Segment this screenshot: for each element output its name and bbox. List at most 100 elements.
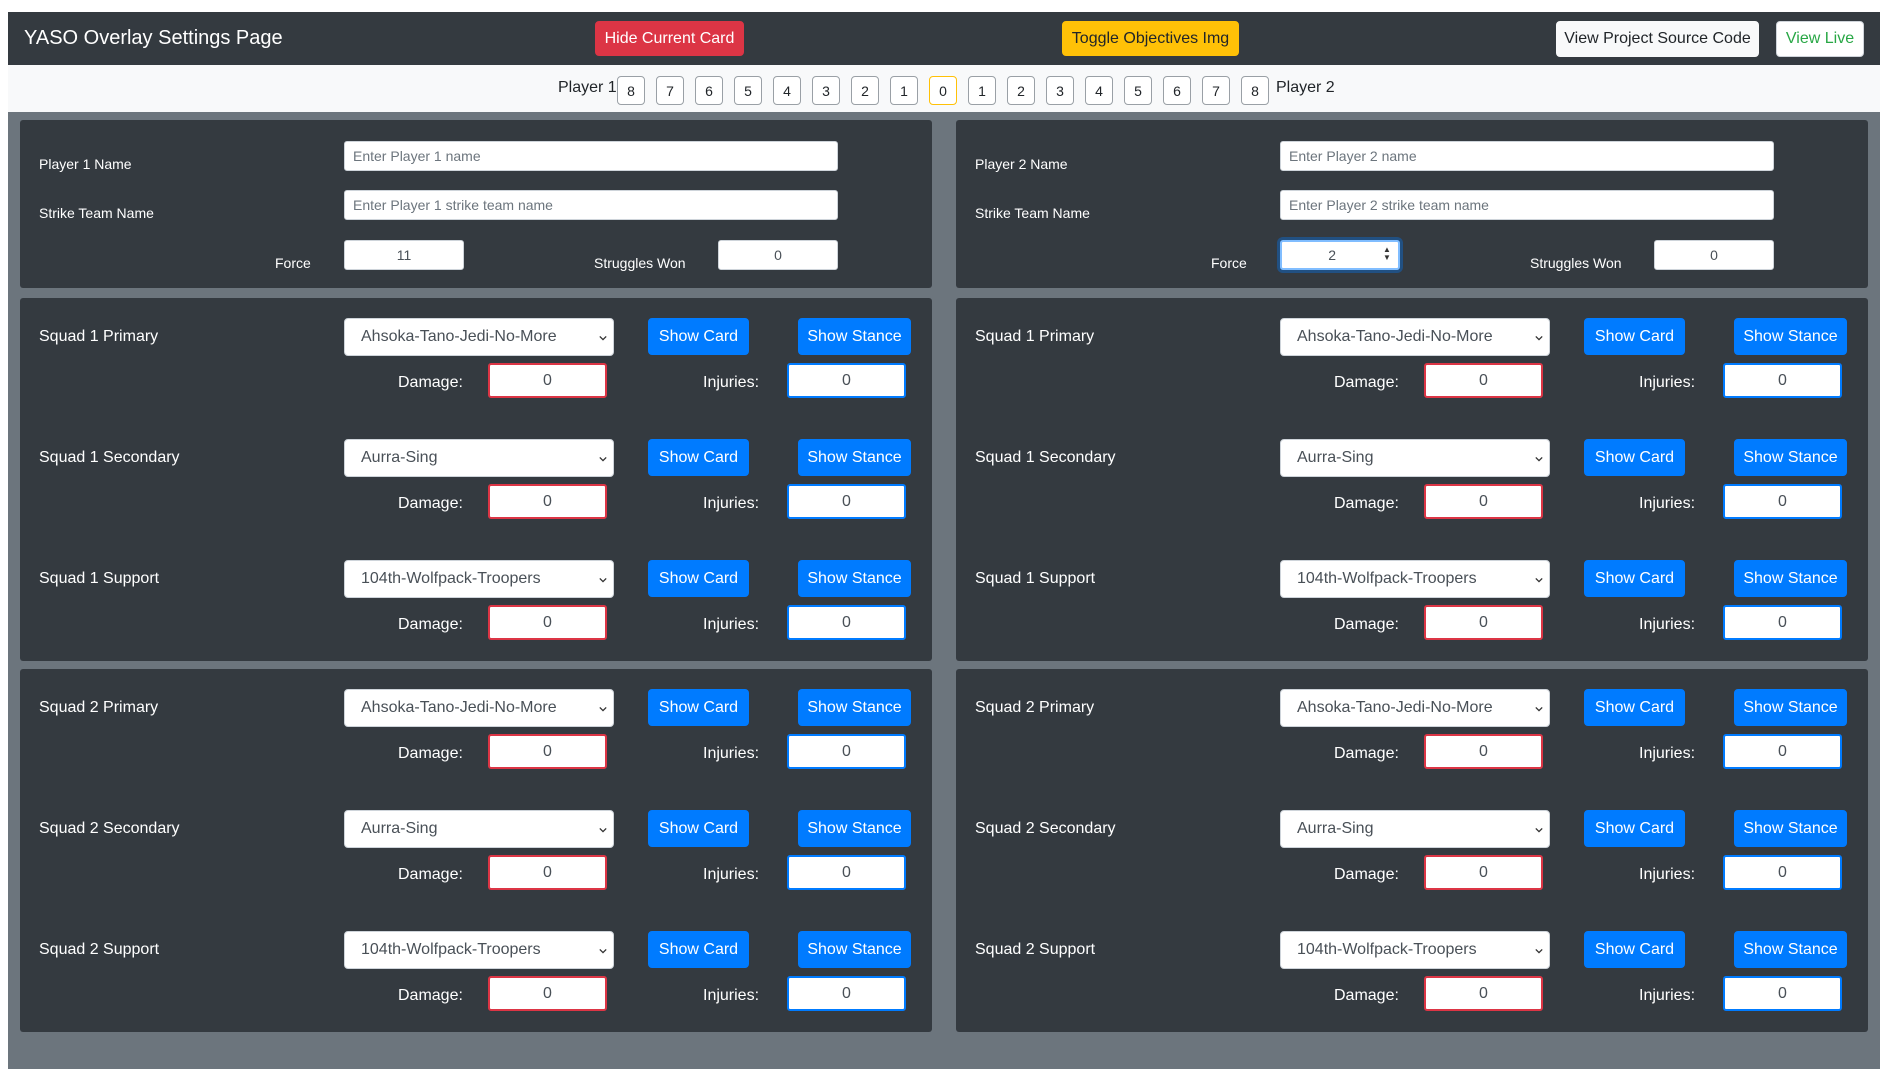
- injuries-input[interactable]: 0: [787, 855, 906, 890]
- unit-select-value: Ahsoka-Tano-Jedi-No-More: [361, 328, 557, 345]
- show-card-button[interactable]: Show Card: [648, 931, 749, 968]
- show-card-button[interactable]: Show Card: [1584, 810, 1685, 847]
- injuries-input[interactable]: 0: [1723, 734, 1842, 769]
- unit-select[interactable]: 104th-Wolfpack-Troopers: [344, 931, 614, 969]
- damage-input[interactable]: 0: [488, 855, 607, 890]
- show-stance-button[interactable]: Show Stance: [1734, 318, 1847, 355]
- toggle-objectives-button[interactable]: Toggle Objectives Img: [1062, 21, 1239, 56]
- unit-select[interactable]: Aurra-Sing: [1280, 810, 1550, 848]
- struggles-won-input[interactable]: [718, 240, 838, 270]
- force-tracker-slot[interactable]: 6: [1163, 76, 1191, 105]
- damage-input[interactable]: 0: [488, 976, 607, 1011]
- force-input[interactable]: [1280, 240, 1400, 270]
- injuries-label: Injuries:: [703, 745, 760, 762]
- show-card-button[interactable]: Show Card: [1584, 931, 1685, 968]
- damage-input[interactable]: 0: [488, 605, 607, 640]
- view-live-button[interactable]: View Live: [1776, 21, 1864, 57]
- force-tracker-slot[interactable]: 3: [1046, 76, 1074, 105]
- damage-label: Damage:: [1334, 374, 1399, 391]
- injuries-input[interactable]: 0: [787, 734, 906, 769]
- force-tracker-slot[interactable]: 5: [734, 76, 762, 105]
- struggles-won-input[interactable]: [1654, 240, 1774, 270]
- force-tracker-slot[interactable]: 6: [695, 76, 723, 105]
- damage-input[interactable]: 0: [1424, 976, 1543, 1011]
- unit-select[interactable]: Ahsoka-Tano-Jedi-No-More: [1280, 318, 1550, 356]
- injuries-input[interactable]: 0: [787, 976, 906, 1011]
- injuries-input[interactable]: 0: [1723, 363, 1842, 398]
- damage-input[interactable]: 0: [488, 484, 607, 519]
- unit-select[interactable]: Ahsoka-Tano-Jedi-No-More: [1280, 689, 1550, 727]
- damage-input[interactable]: 0: [1424, 363, 1543, 398]
- damage-label: Damage:: [1334, 866, 1399, 883]
- injuries-input[interactable]: 0: [1723, 605, 1842, 640]
- injuries-input[interactable]: 0: [1723, 976, 1842, 1011]
- show-card-button[interactable]: Show Card: [648, 560, 749, 597]
- unit-select[interactable]: Ahsoka-Tano-Jedi-No-More: [344, 318, 614, 356]
- force-tracker-slot[interactable]: 2: [1007, 76, 1035, 105]
- player-name-input[interactable]: [1280, 141, 1774, 171]
- force-tracker-slot[interactable]: 7: [656, 76, 684, 105]
- unit-select[interactable]: Aurra-Sing: [344, 439, 614, 477]
- force-tracker-center[interactable]: 0: [929, 76, 957, 105]
- injuries-input[interactable]: 0: [1723, 855, 1842, 890]
- injuries-input[interactable]: 0: [787, 605, 906, 640]
- force-tracker-slot[interactable]: 3: [812, 76, 840, 105]
- force-tracker-slot[interactable]: 5: [1124, 76, 1152, 105]
- show-stance-button[interactable]: Show Stance: [798, 439, 911, 476]
- unit-select-value: Ahsoka-Tano-Jedi-No-More: [1297, 328, 1493, 345]
- chevron-down-icon: [599, 329, 607, 341]
- show-stance-button[interactable]: Show Stance: [798, 689, 911, 726]
- damage-input[interactable]: 0: [488, 363, 607, 398]
- show-stance-button[interactable]: Show Stance: [798, 931, 911, 968]
- show-stance-button[interactable]: Show Stance: [1734, 689, 1847, 726]
- damage-input[interactable]: 0: [1424, 484, 1543, 519]
- show-stance-button[interactable]: Show Stance: [798, 318, 911, 355]
- unit-select[interactable]: Aurra-Sing: [344, 810, 614, 848]
- injuries-label: Injuries:: [1639, 616, 1696, 633]
- squad2-panel: Squad 2 Primary Ahsoka-Tano-Jedi-No-More S…: [20, 669, 932, 1032]
- unit-select[interactable]: Aurra-Sing: [1280, 439, 1550, 477]
- show-stance-button[interactable]: Show Stance: [1734, 439, 1847, 476]
- force-tracker-slot[interactable]: 4: [773, 76, 801, 105]
- injuries-input[interactable]: 0: [1723, 484, 1842, 519]
- view-source-button[interactable]: View Project Source Code: [1556, 21, 1759, 57]
- force-tracker-slot[interactable]: 8: [617, 76, 645, 105]
- show-stance-button[interactable]: Show Stance: [798, 810, 911, 847]
- injuries-input[interactable]: 0: [787, 484, 906, 519]
- unit-slot-label: Squad 2 Support: [975, 941, 1096, 958]
- unit-select[interactable]: 104th-Wolfpack-Troopers: [1280, 931, 1550, 969]
- damage-input[interactable]: 0: [488, 734, 607, 769]
- show-stance-button[interactable]: Show Stance: [798, 560, 911, 597]
- force-tracker-slot[interactable]: 4: [1085, 76, 1113, 105]
- damage-input[interactable]: 0: [1424, 855, 1543, 890]
- unit-select[interactable]: 104th-Wolfpack-Troopers: [1280, 560, 1550, 598]
- damage-input[interactable]: 0: [1424, 605, 1543, 640]
- show-card-button[interactable]: Show Card: [648, 318, 749, 355]
- unit-select[interactable]: Ahsoka-Tano-Jedi-No-More: [344, 689, 614, 727]
- show-card-button[interactable]: Show Card: [1584, 689, 1685, 726]
- show-card-button[interactable]: Show Card: [1584, 439, 1685, 476]
- force-tracker-slot[interactable]: 8: [1241, 76, 1269, 105]
- force-tracker-slot[interactable]: 7: [1202, 76, 1230, 105]
- strike-team-input[interactable]: [1280, 190, 1774, 220]
- force-input[interactable]: [344, 240, 464, 270]
- unit-select[interactable]: 104th-Wolfpack-Troopers: [344, 560, 614, 598]
- spinner-arrows-icon[interactable]: ▲ ▼: [1383, 246, 1393, 262]
- strike-team-input[interactable]: [344, 190, 838, 220]
- injuries-input[interactable]: 0: [787, 363, 906, 398]
- force-tracker-slot[interactable]: 1: [968, 76, 996, 105]
- show-card-button[interactable]: Show Card: [648, 689, 749, 726]
- show-card-button[interactable]: Show Card: [1584, 318, 1685, 355]
- unit-select-value: Aurra-Sing: [361, 449, 438, 466]
- hide-current-card-button[interactable]: Hide Current Card: [595, 21, 744, 56]
- show-stance-button[interactable]: Show Stance: [1734, 931, 1847, 968]
- damage-input[interactable]: 0: [1424, 734, 1543, 769]
- force-tracker-slot[interactable]: 1: [890, 76, 918, 105]
- show-stance-button[interactable]: Show Stance: [1734, 560, 1847, 597]
- show-card-button[interactable]: Show Card: [648, 439, 749, 476]
- show-card-button[interactable]: Show Card: [648, 810, 749, 847]
- show-card-button[interactable]: Show Card: [1584, 560, 1685, 597]
- force-tracker-slot[interactable]: 2: [851, 76, 879, 105]
- player-name-input[interactable]: [344, 141, 838, 171]
- show-stance-button[interactable]: Show Stance: [1734, 810, 1847, 847]
